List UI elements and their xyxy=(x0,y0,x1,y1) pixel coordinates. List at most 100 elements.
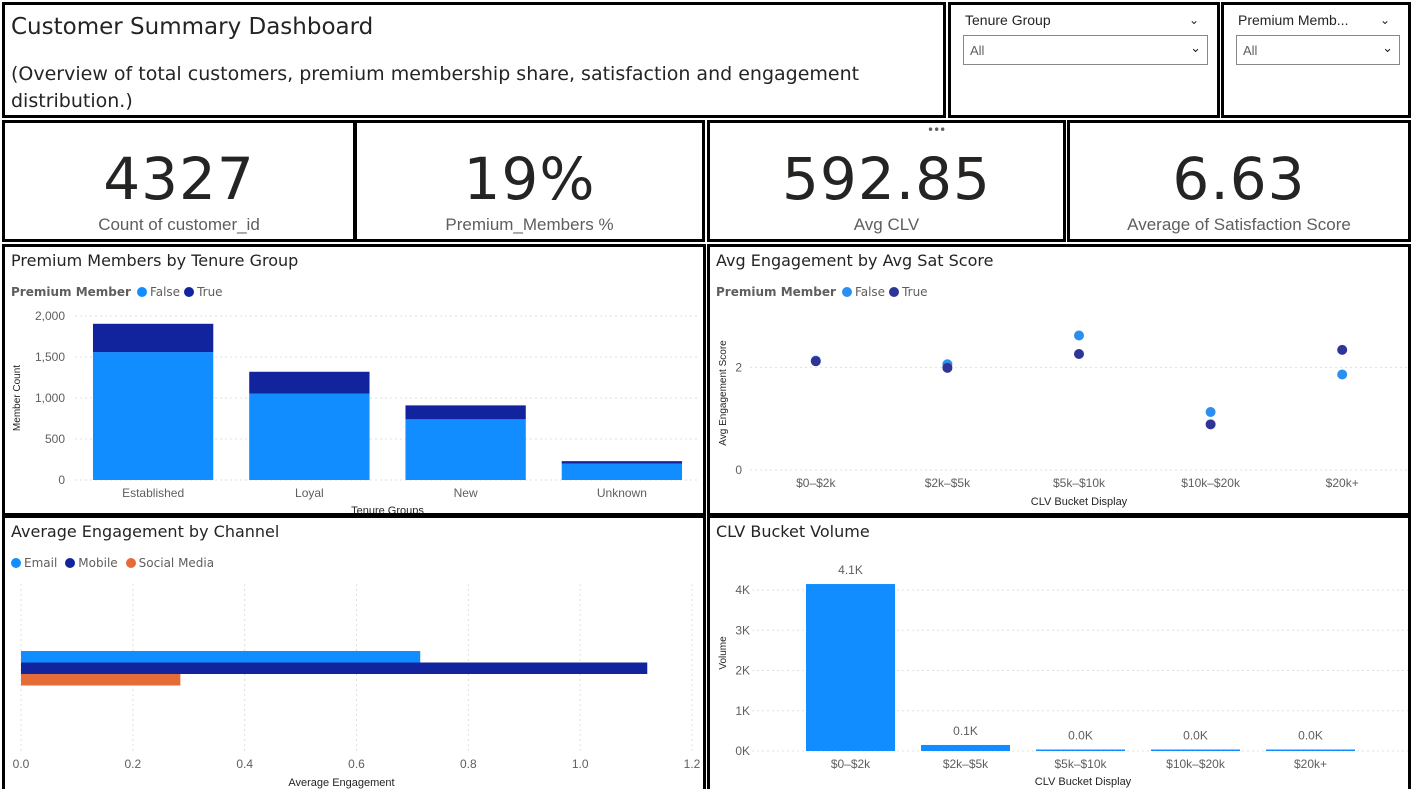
bar-segment xyxy=(249,393,370,480)
kpi-card-satisfaction[interactable]: 6.63 Average of Satisfaction Score xyxy=(1067,120,1411,242)
y-tick-label: 1K xyxy=(735,704,750,718)
y-tick-label: 0 xyxy=(58,473,65,487)
engagement-scatter-chart: 0 2 $0–$2k $2k–$5k $5k–$10k $10k–$20k $20k+ CLV… xyxy=(718,330,1408,508)
bar-segment xyxy=(249,371,370,394)
channel-bar-chart: 0.0 0.2 0.4 0.6 0.8 1.0 1.2 Average Engagement xyxy=(13,584,701,789)
x-tick-label: $10k–$20k xyxy=(1166,757,1226,771)
scatter-point xyxy=(810,356,821,367)
y-tick-label: 2,000 xyxy=(35,309,65,323)
data-label: 4.1K xyxy=(838,563,863,577)
chevron-down-icon[interactable]: ⌄ xyxy=(1380,13,1390,27)
scatter-point xyxy=(1205,406,1216,417)
data-label: 0.1K xyxy=(953,724,978,738)
clv-bar-chart: 0K 1K 2K 3K 4K 4.1K $0–$2k 0.1K $2k–$5k 0.0K $5k–$… xyxy=(718,563,1408,788)
x-tick-label: $0–$2k xyxy=(831,757,871,771)
kpi-card-clv[interactable]: 592.85 Avg CLV xyxy=(707,120,1066,242)
x-tick-label: $2k–$5k xyxy=(943,757,989,771)
scatter-point xyxy=(1074,330,1084,341)
chart-engagement-by-sat[interactable]: Avg Engagement by Avg Sat Score Premium … xyxy=(707,244,1411,516)
bar-segment xyxy=(92,352,214,480)
x-tick-label: 0.6 xyxy=(348,757,365,771)
x-tick-label: 0.8 xyxy=(460,757,477,771)
x-tick-label: 1.2 xyxy=(684,757,701,771)
kpi-value: 19% xyxy=(463,145,596,213)
data-label: 0.0K xyxy=(1183,729,1208,743)
y-axis-title: Volume xyxy=(718,636,729,670)
x-tick-label: $5k–$10k xyxy=(1053,476,1106,490)
x-tick-label: Loyal xyxy=(295,486,324,500)
chart-engagement-by-channel[interactable]: Average Engagement by Channel Email Mobi… xyxy=(2,515,706,789)
slicer-tenure-group: Tenure Group ⌄ All ⌄ xyxy=(948,2,1220,118)
chart-premium-by-tenure[interactable]: Premium Members by Tenure Group Premium … xyxy=(2,244,706,516)
x-tick-label: New xyxy=(454,486,478,500)
x-axis-title: CLV Bucket Display xyxy=(1031,496,1128,508)
bar xyxy=(921,744,1010,751)
scatter-point xyxy=(1205,419,1216,430)
kpi-value: 4327 xyxy=(103,145,255,213)
header-panel: Customer Summary Dashboard (Overview of … xyxy=(2,2,946,118)
y-tick-label: 0K xyxy=(735,744,750,758)
scatter-point xyxy=(942,362,953,373)
x-tick-label: $2k–$5k xyxy=(925,476,971,490)
premium-member-dropdown[interactable]: All ⌄ xyxy=(1236,35,1400,65)
tenure-group-selected: All xyxy=(970,43,985,58)
x-tick-label: $10k–$20k xyxy=(1181,476,1241,490)
x-tick-label: 0.4 xyxy=(236,757,253,771)
y-tick-label: 2K xyxy=(735,664,750,678)
x-tick-label: Established xyxy=(122,486,184,500)
x-tick-label: 0.0 xyxy=(13,757,30,771)
x-axis-title: Tenure Groups xyxy=(351,505,424,513)
kpi-label: Count of customer_id xyxy=(98,215,260,234)
bar xyxy=(21,651,421,663)
y-tick-label: 500 xyxy=(45,432,65,446)
x-axis-title: Average Engagement xyxy=(288,777,394,789)
bar xyxy=(21,674,181,686)
kpi-card-premium[interactable]: 19% Premium_Members % xyxy=(354,120,705,242)
x-tick-label: $20k+ xyxy=(1326,476,1359,490)
bar xyxy=(21,662,648,674)
x-tick-label: $0–$2k xyxy=(796,476,836,490)
y-tick-label: 3K xyxy=(735,623,750,637)
slicer-premium-member: Premium Memb... ⌄ All ⌄ xyxy=(1221,2,1411,118)
kpi-label: Average of Satisfaction Score xyxy=(1127,215,1351,234)
y-axis-title: Avg Engagement Score xyxy=(718,340,729,446)
x-tick-label: $5k–$10k xyxy=(1054,757,1107,771)
bar-segment xyxy=(92,323,214,353)
x-axis-title: CLV Bucket Display xyxy=(1035,776,1132,788)
bar xyxy=(1036,749,1125,751)
x-tick-label: $20k+ xyxy=(1294,757,1327,771)
y-axis-title: Member Count xyxy=(12,365,23,431)
slicer-premium-title: Premium Memb... xyxy=(1238,12,1349,28)
chevron-down-icon: ⌄ xyxy=(1382,41,1393,56)
x-tick-label: 1.0 xyxy=(572,757,589,771)
premium-member-selected: All xyxy=(1243,43,1258,58)
y-tick-label: 4K xyxy=(735,583,750,597)
ellipsis-icon[interactable]: ••• xyxy=(927,123,946,137)
bar-segment xyxy=(405,405,526,420)
kpi-card-customers[interactable]: 4327 Count of customer_id xyxy=(2,120,356,242)
x-tick-label: Unknown xyxy=(597,486,647,500)
tenure-group-dropdown[interactable]: All ⌄ xyxy=(963,35,1208,65)
chevron-down-icon[interactable]: ⌄ xyxy=(1189,13,1199,27)
y-tick-label: 1,000 xyxy=(35,391,65,405)
x-tick-label: 0.2 xyxy=(124,757,141,771)
page-subtitle: (Overview of total customers, premium me… xyxy=(11,63,860,112)
bar xyxy=(1151,749,1240,751)
data-label: 0.0K xyxy=(1068,729,1093,743)
data-label: 0.0K xyxy=(1298,729,1323,743)
scatter-point xyxy=(1337,369,1348,380)
scatter-point xyxy=(1337,344,1348,355)
chart-clv-bucket-volume[interactable]: CLV Bucket Volume 0K 1K 2K 3K 4K 4.1K $0–$2k 0.… xyxy=(707,515,1411,789)
y-tick-label: 1,500 xyxy=(35,350,65,364)
y-tick-label: 0 xyxy=(735,463,742,477)
kpi-value: 592.85 xyxy=(782,145,991,213)
bar-segment xyxy=(405,419,526,480)
bar xyxy=(1266,749,1355,751)
page-title: Customer Summary Dashboard xyxy=(11,14,374,40)
kpi-value: 6.63 xyxy=(1172,145,1306,213)
y-tick-label: 2 xyxy=(735,360,742,374)
chevron-down-icon: ⌄ xyxy=(1190,41,1201,56)
bar-segment xyxy=(561,461,683,464)
scatter-point xyxy=(1074,348,1084,359)
slicer-tenure-title: Tenure Group xyxy=(965,12,1051,28)
